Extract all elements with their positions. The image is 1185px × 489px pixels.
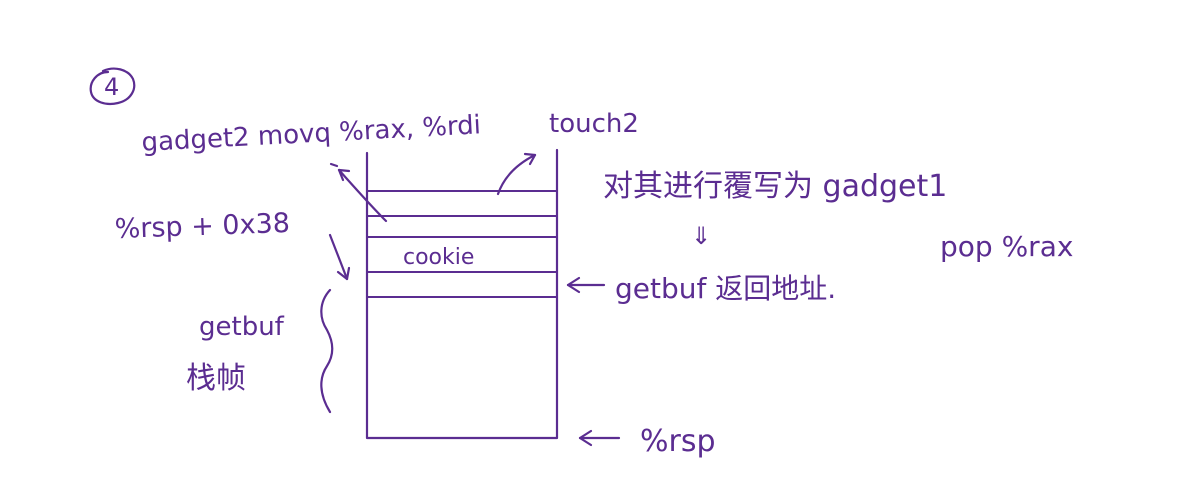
stack-outline bbox=[365, 148, 559, 440]
pop-label: pop %rax bbox=[940, 230, 1073, 263]
diagram-canvas: 4 gadget2 movq %rax, %rdi touch2 cookie … bbox=[0, 0, 1185, 489]
stack-diagram: 4 gadget2 movq %rax, %rdi touch2 cookie … bbox=[89, 67, 1073, 459]
overwrite-note: 对其进行覆写为 gadget1 bbox=[603, 169, 947, 204]
getbuf-frame-brace-icon bbox=[320, 288, 334, 414]
small-tick-mark-icon bbox=[329, 162, 339, 168]
rsp-offset-label: %rsp + 0x38 bbox=[114, 208, 290, 245]
touch2-label: touch2 bbox=[549, 109, 639, 139]
cookie-label: cookie bbox=[403, 245, 474, 270]
touch2-curve-arrow-icon bbox=[496, 153, 537, 196]
step-number-marker: 4 bbox=[89, 67, 136, 106]
rsp-annotation: %rsp bbox=[578, 424, 716, 459]
step-number: 4 bbox=[104, 73, 119, 101]
getbuf-frame-label: getbuf bbox=[199, 312, 285, 342]
gadget2-label: gadget2 movq %rax, %rdi bbox=[141, 110, 482, 158]
rsp-label: %rsp bbox=[640, 424, 716, 459]
return-curve-arrow-icon bbox=[337, 168, 388, 223]
getbuf-return-label: getbuf 返回地址. bbox=[615, 272, 836, 305]
stack-box: cookie bbox=[365, 148, 559, 440]
getbuf-return-annotation: getbuf 返回地址. bbox=[566, 272, 836, 305]
frame-label: 栈帧 bbox=[186, 361, 246, 396]
down-double-arrow-icon: ⇓ bbox=[691, 222, 711, 250]
